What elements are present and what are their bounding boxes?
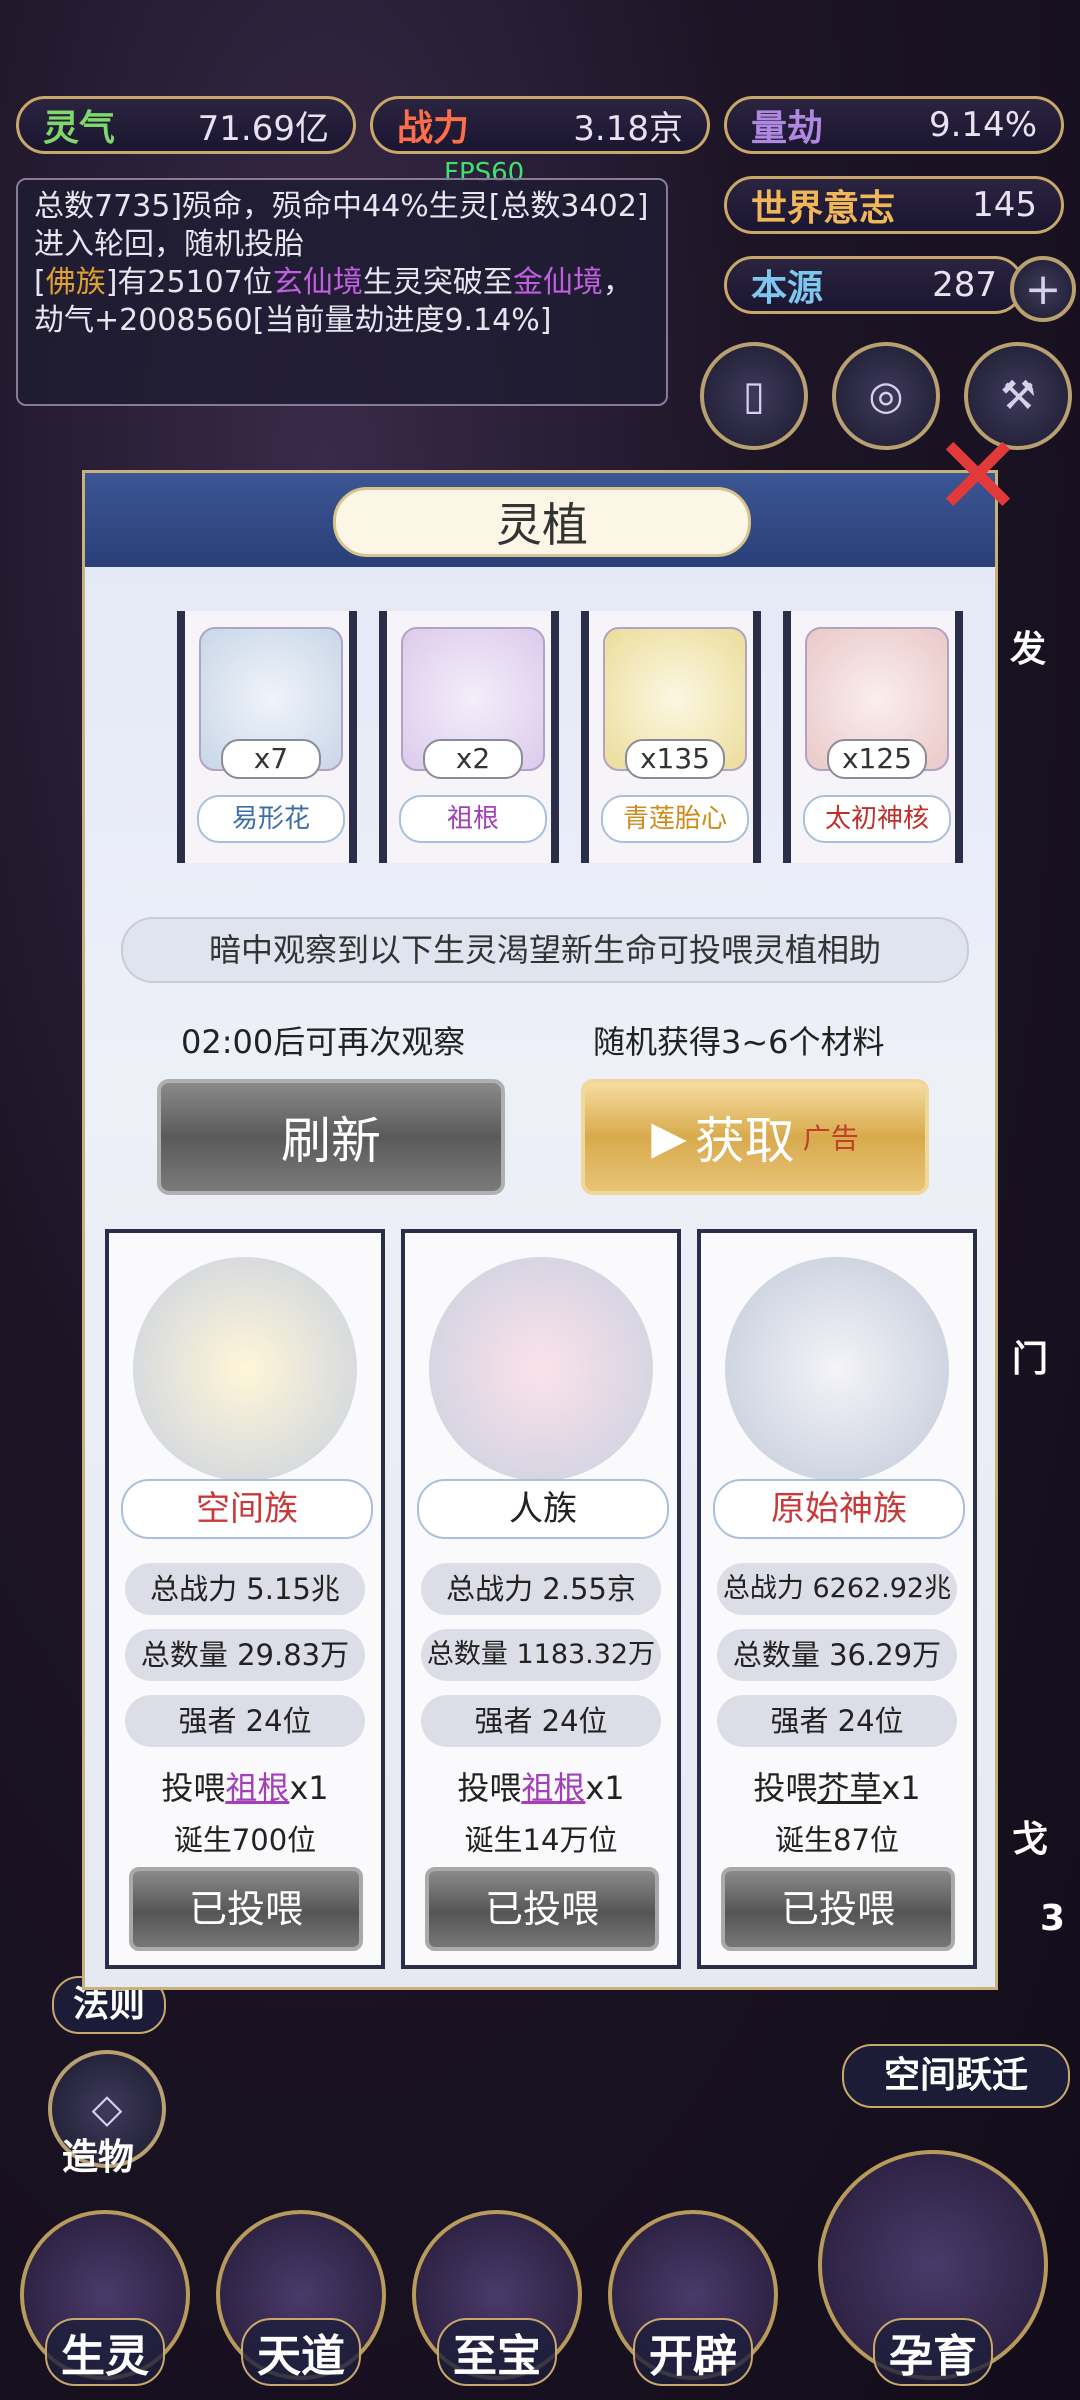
event-log: 总数7735]殒命，殒命中44%生灵[总数3402]进入轮回，随机投胎 [佛族]… (16, 178, 668, 406)
race-strong: 强者 24位 (717, 1695, 957, 1747)
feed-text: 投喂祖根x1 (457, 1769, 625, 1807)
dialog-title: 灵植 (333, 487, 751, 557)
feed-text: 投喂祖根x1 (161, 1769, 329, 1807)
stat-origin: 本源 287 (724, 256, 1024, 314)
race-panel: 空间族 总战力 5.15兆 总数量 29.83万 强者 24位 投喂祖根x1 诞… (105, 1229, 385, 1969)
space-race-portrait (133, 1257, 357, 1481)
ad-label: 广告 (802, 1122, 859, 1155)
play-icon: ▶ (651, 1110, 687, 1164)
nav-label: 至宝 (437, 2318, 557, 2386)
side-label-fa[interactable]: 发 (1010, 620, 1046, 672)
stat-label: 量劫 (751, 108, 824, 149)
stat-value: 287 (932, 265, 997, 305)
fed-button[interactable]: 已投喂 (129, 1867, 363, 1951)
born-text: 诞生14万位 (464, 1823, 618, 1857)
stat-value: 71.69亿 (197, 108, 329, 149)
nav-label: 开辟 (633, 2318, 753, 2386)
nav-treasure[interactable]: 至宝 (412, 2210, 582, 2386)
material-name: 祖根 (399, 795, 547, 843)
race-count: 总数量 1183.32万 (421, 1629, 661, 1681)
stat-zhanli: 战力 3.18京 (370, 96, 710, 154)
refresh-button[interactable]: 刷新 (157, 1079, 505, 1195)
side-label-ge[interactable]: 戈 (1012, 1810, 1048, 1862)
race-strong: 强者 24位 (421, 1695, 661, 1747)
nav-label: 天道 (241, 2318, 361, 2386)
material-card[interactable]: x135 青莲胎心 (581, 611, 761, 863)
stat-value: 3.18京 (573, 108, 683, 149)
material-qty: x2 (423, 739, 523, 779)
stat-label: 战力 (397, 108, 470, 149)
primordial-god-race-portrait (725, 1257, 949, 1481)
nav-creation[interactable]: 开辟 (608, 2210, 778, 2386)
fed-button[interactable]: 已投喂 (721, 1867, 955, 1951)
race-power: 总战力 6262.92兆 (717, 1563, 957, 1615)
race-name: 空间族 (121, 1479, 373, 1539)
race-name: 原始神族 (713, 1479, 965, 1539)
human-race-portrait (429, 1257, 653, 1481)
reward-text: 随机获得3~6个材料 (593, 1023, 885, 1061)
cooldown-text: 02:00后可再次观察 (181, 1023, 466, 1061)
material-name: 太初神核 (803, 795, 951, 843)
stat-world-will[interactable]: 世界意志 145 (724, 176, 1064, 234)
law-label: 法则 (72, 1984, 145, 2025)
race-count: 总数量 36.29万 (717, 1629, 957, 1681)
race-name: 人族 (417, 1479, 669, 1539)
nav-heaven[interactable]: 天道 (216, 2210, 386, 2386)
material-card[interactable]: x2 祖根 (379, 611, 559, 863)
material-name: 青莲胎心 (601, 795, 749, 843)
race-strong: 强者 24位 (125, 1695, 365, 1747)
stat-label: 灵气 (43, 108, 116, 149)
get-ad-button[interactable]: ▶ 获取 广告 (581, 1079, 929, 1195)
plus-icon: + (1024, 263, 1062, 315)
stat-lingqi: 灵气 71.69亿 (16, 96, 356, 154)
vortex-icon[interactable]: ◎ (832, 342, 940, 450)
material-card[interactable]: x7 易形花 (177, 611, 357, 863)
stat-value: 9.14% (928, 105, 1037, 145)
feed-text: 投喂芥草x1 (753, 1769, 921, 1807)
material-name: 易形花 (197, 795, 345, 843)
side-label-men[interactable]: 门 (1012, 1330, 1048, 1382)
born-text: 诞生87位 (775, 1823, 899, 1857)
add-origin-button[interactable]: + (1010, 256, 1076, 322)
book-icon[interactable]: ▯ (700, 342, 808, 450)
race-panel: 人族 总战力 2.55京 总数量 1183.32万 强者 24位 投喂祖根x1 … (401, 1229, 681, 1969)
badge-count: 3 (1040, 1898, 1066, 1939)
nav-creatures[interactable]: 生灵 (20, 2210, 190, 2386)
race-count: 总数量 29.83万 (125, 1629, 365, 1681)
material-card[interactable]: x125 太初神核 (783, 611, 963, 863)
material-qty: x7 (221, 739, 321, 779)
close-icon[interactable]: ✕ (930, 421, 1026, 531)
observation-note: 暗中观察到以下生灵渴望新生命可投喂灵植相助 (121, 917, 969, 983)
space-jump-button[interactable]: 空间跃迁 (842, 2044, 1070, 2108)
stat-label: 本源 (751, 268, 824, 309)
nav-label: 孕育 (873, 2318, 993, 2386)
stat-label: 世界意志 (751, 188, 896, 229)
fed-button[interactable]: 已投喂 (425, 1867, 659, 1951)
born-text: 诞生700位 (173, 1823, 317, 1857)
log-line: [佛族]有25107位玄仙境生灵突破至金仙境，劫气+2008560[当前量劫进度… (34, 265, 633, 338)
create-label[interactable]: 造物 (62, 2128, 134, 2180)
log-line: 总数7735]殒命，殒命中44%生灵[总数3402]进入轮回，随机投胎 (34, 189, 649, 262)
get-label: 获取 (694, 1112, 795, 1170)
race-power: 总战力 2.55京 (421, 1563, 661, 1615)
nav-nurture[interactable]: 孕育 (818, 2150, 1048, 2386)
nav-label: 生灵 (45, 2318, 165, 2386)
race-power: 总战力 5.15兆 (125, 1563, 365, 1615)
race-panel: 原始神族 总战力 6262.92兆 总数量 36.29万 强者 24位 投喂芥草… (697, 1229, 977, 1969)
stat-liangjie: 量劫 9.14% (724, 96, 1064, 154)
refresh-label: 刷新 (281, 1112, 381, 1170)
material-qty: x135 (625, 739, 725, 779)
space-jump-label: 空间跃迁 (883, 2055, 1028, 2096)
spirit-plant-dialog: 灵植 x7 易形花 x2 祖根 x135 青莲胎心 x125 太初神核 暗中观察… (82, 470, 998, 1990)
stat-value: 145 (972, 185, 1037, 225)
material-qty: x125 (827, 739, 927, 779)
